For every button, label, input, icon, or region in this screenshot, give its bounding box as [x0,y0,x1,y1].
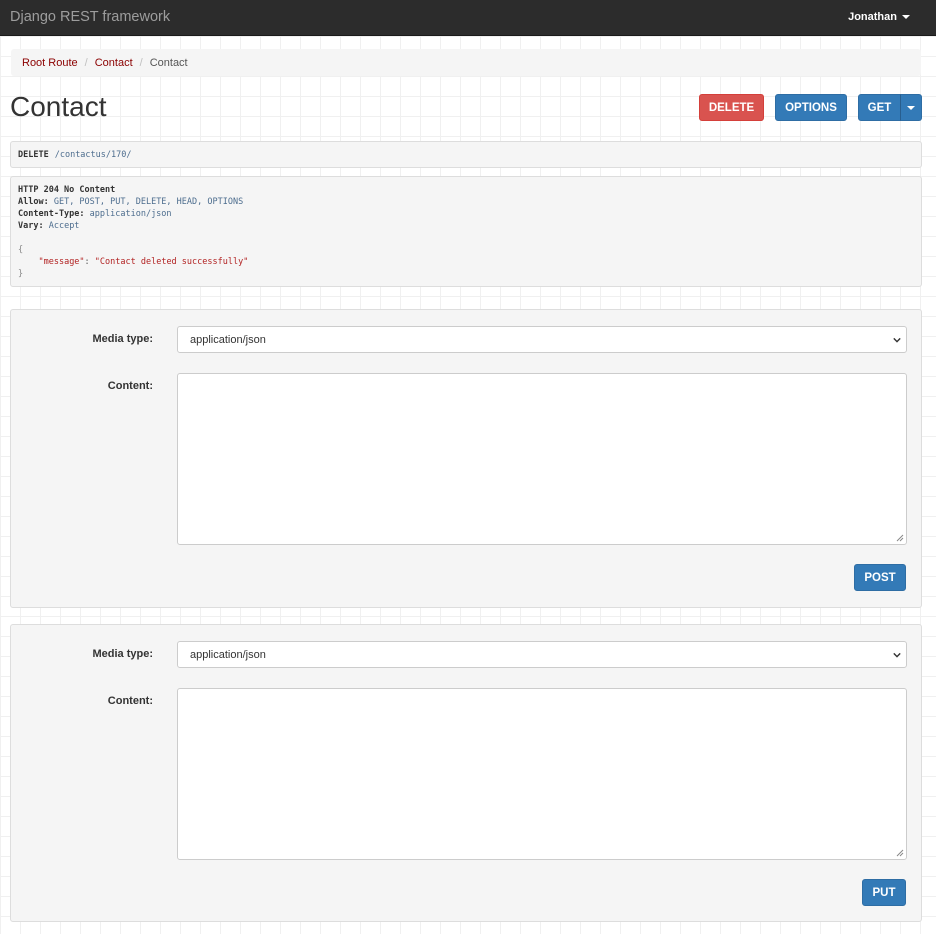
caret-down-icon [907,105,915,110]
content-label: Content: [107,380,153,392]
user-menu[interactable]: Jonathan [848,11,910,23]
json-open-brace: { [18,245,24,255]
put-form-panel: Media type: application/json Content: PU… [10,624,922,922]
content-label: Content: [107,695,153,707]
media-type-label: Media type: [92,333,153,345]
delete-button[interactable]: DELETE [699,94,764,121]
content-textarea[interactable] [177,373,907,545]
request-info: DELETE /contactus/170/ [10,141,922,168]
header-key: Content-Type: [18,209,85,219]
json-close-brace: } [18,269,24,279]
content-textarea[interactable] [177,688,907,860]
get-format-dropdown-button[interactable] [900,94,922,121]
header-value: Accept [48,221,80,231]
breadcrumb-root-route[interactable]: Root Route [22,57,78,69]
media-type-value: application/json [190,333,266,346]
json-colon: : [84,257,90,267]
media-type-select[interactable]: application/json [177,641,907,668]
header-key: Allow: [18,197,49,207]
caret-down-icon[interactable] [902,15,910,19]
header-key: Vary: [18,221,44,231]
header-value: GET, POST, PUT, DELETE, HEAD, OPTIONS [53,197,244,207]
chevron-down-icon [893,337,901,343]
json-key: "message" [38,257,85,267]
chevron-down-icon [893,652,901,658]
user-name[interactable]: Jonathan [848,11,897,23]
media-type-label: Media type: [92,648,153,660]
request-path: /contactus/170/ [54,149,132,160]
response-info: HTTP 204 No Content Allow: GET, POST, PU… [10,176,922,287]
header-value: application/json [89,209,172,219]
post-form-panel: Media type: application/json Content: PO… [10,309,922,608]
brand-name[interactable]: Django REST framework [10,9,170,25]
resize-grip-icon[interactable] [896,849,904,857]
media-type-select[interactable]: application/json [177,326,907,353]
resize-grip-icon[interactable] [896,534,904,542]
breadcrumb-current: Contact [149,56,188,69]
breadcrumb-separator: / [139,56,143,69]
get-button[interactable]: GET [858,94,901,121]
options-button[interactable]: OPTIONS [775,94,847,121]
json-value: "Contact deleted successfully" [94,257,249,267]
breadcrumb-contact-list[interactable]: Contact [95,57,133,69]
post-button[interactable]: POST [854,564,906,591]
media-type-value: application/json [190,648,266,661]
navbar: Django REST framework Jonathan [0,0,936,36]
put-button[interactable]: PUT [862,879,906,906]
breadcrumb: Root Route / Contact / Contact [11,49,921,76]
breadcrumb-separator: / [84,56,88,69]
page-title: Contact [10,91,107,122]
request-method: DELETE [18,149,49,160]
response-status: HTTP 204 No Content [18,185,116,195]
